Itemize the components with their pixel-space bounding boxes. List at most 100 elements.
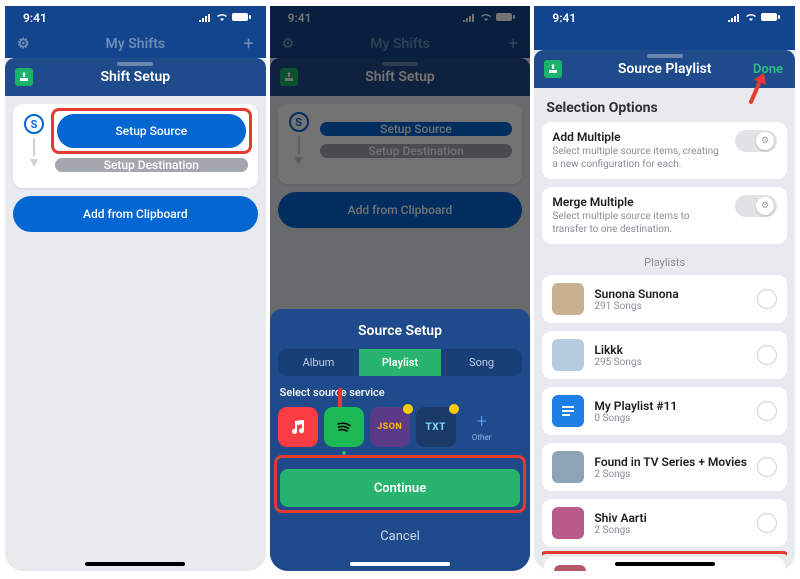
service-txt[interactable]: TXT xyxy=(416,407,456,447)
home-indicator[interactable] xyxy=(85,562,185,566)
other-label: Other xyxy=(472,433,491,442)
playlist-name: Found in TV Series + Movies xyxy=(594,455,747,469)
option-add-multiple[interactable]: Add Multiple Select multiple source item… xyxy=(542,122,787,179)
playlist-count: 295 Songs xyxy=(594,357,747,368)
wifi-icon xyxy=(744,11,758,25)
playlist-radio[interactable] xyxy=(757,513,777,533)
cancel-label: Cancel xyxy=(380,529,420,544)
status-indicators xyxy=(727,11,781,25)
signal-icon xyxy=(198,11,212,25)
service-spotify[interactable] xyxy=(324,407,364,447)
toggle-add-multiple[interactable] xyxy=(735,130,777,152)
playlist-name: Likkk xyxy=(594,343,747,357)
playlist-count: 2 Songs xyxy=(594,525,747,536)
background-title: My Shifts xyxy=(106,36,166,52)
playlist-count: 2 Songs xyxy=(594,469,747,480)
cancel-button[interactable]: Cancel xyxy=(278,517,523,555)
screen-shift-setup: 9:41 ⚙ My Shifts + xyxy=(5,6,266,571)
playlist-art xyxy=(552,395,584,427)
seg-song[interactable]: Song xyxy=(441,349,523,376)
playlist-name: My Playlist #11 xyxy=(594,399,747,413)
home-indicator[interactable] xyxy=(615,562,715,566)
battery-icon xyxy=(232,11,252,25)
clipboard-label: Add from Clipboard xyxy=(83,207,188,221)
select-service-label: Select source service xyxy=(280,386,523,399)
playlist-item[interactable]: Sunona Sunona291 Songs xyxy=(542,275,787,323)
sheet-title: Shift Setup xyxy=(101,69,171,85)
txt-label: TXT xyxy=(425,422,445,433)
playlist-count: 0 Songs xyxy=(594,413,747,424)
wifi-icon xyxy=(215,11,229,25)
playlist-radio[interactable] xyxy=(757,401,777,421)
playlist-item[interactable]: Found in TV Series + Movies2 Songs xyxy=(542,443,787,491)
screen-source-playlist: 9:41 Source Playlist Done Selection Opti… xyxy=(534,6,795,571)
screen-source-setup: 9:41 ⚙ My Shifts + Shift Setup xyxy=(270,6,531,571)
seg-album[interactable]: Album xyxy=(278,349,360,376)
playlist-name: Sunona Sunona xyxy=(594,287,747,301)
background-header xyxy=(534,30,795,50)
sheet-handle[interactable] xyxy=(117,62,153,66)
continue-label: Continue xyxy=(374,481,426,496)
service-json[interactable]: JSON xyxy=(370,407,410,447)
option-title: Add Multiple xyxy=(552,130,725,144)
playlist-name: Shiv Aarti xyxy=(594,511,747,525)
status-time: 9:41 xyxy=(23,11,47,25)
status-time: 9:41 xyxy=(552,11,576,25)
battery-icon xyxy=(761,11,781,25)
playlist-art xyxy=(552,283,584,315)
setup-destination-label: Setup Destination xyxy=(104,158,199,172)
source-node-icon: S xyxy=(24,114,44,134)
playlist-art xyxy=(552,451,584,483)
status-bar: 9:41 xyxy=(5,6,266,30)
source-setup-sheet: Source Setup Album Playlist Song Select … xyxy=(270,309,531,571)
highlight-continue: Continue xyxy=(278,459,523,509)
continue-button[interactable]: Continue xyxy=(280,469,521,507)
playlist-count: 291 Songs xyxy=(594,301,747,312)
playlist-art xyxy=(552,507,584,539)
segmented-control[interactable]: Album Playlist Song xyxy=(278,349,523,376)
arrow-down-icon: ▼ xyxy=(27,156,41,170)
selected-indicator-icon xyxy=(342,451,346,455)
badge-icon xyxy=(449,404,459,414)
option-merge-multiple[interactable]: Merge Multiple Select multiple source it… xyxy=(542,187,787,244)
export-icon[interactable] xyxy=(15,68,33,86)
seg-playlist[interactable]: Playlist xyxy=(359,349,441,376)
playlist-art xyxy=(554,565,586,571)
playlist-item[interactable]: My Playlist #110 Songs xyxy=(542,387,787,435)
playlist-name: Abhijeet xyxy=(596,569,745,572)
option-subtitle: Select multiple source items to transfer… xyxy=(552,211,725,236)
flow-rail: S ▼ xyxy=(23,114,45,170)
sheet-title: Source Setup xyxy=(278,323,523,339)
setup-source-button[interactable]: Setup Source xyxy=(57,114,246,148)
setup-source-label: Setup Source xyxy=(116,124,188,138)
export-icon[interactable] xyxy=(544,60,562,78)
add-from-clipboard-button[interactable]: Add from Clipboard xyxy=(13,196,258,232)
plus-icon: + xyxy=(477,413,487,431)
service-apple-music[interactable] xyxy=(278,407,318,447)
sheet-handle[interactable] xyxy=(647,54,683,58)
playlist-radio[interactable] xyxy=(757,457,777,477)
status-bar: 9:41 xyxy=(534,6,795,30)
playlist-art xyxy=(552,339,584,371)
playlist-item[interactable]: Shiv Aarti2 Songs xyxy=(542,499,787,547)
home-indicator[interactable] xyxy=(350,562,450,566)
badge-icon xyxy=(403,404,413,414)
playlist-item[interactable]: Likkk295 Songs xyxy=(542,331,787,379)
playlist-radio[interactable] xyxy=(757,345,777,365)
plus-icon: + xyxy=(243,34,253,55)
service-other[interactable]: + Other xyxy=(462,407,502,447)
highlight-source: Setup Source xyxy=(55,112,248,150)
json-label: JSON xyxy=(377,422,402,432)
service-row: JSON TXT + Other xyxy=(278,407,523,447)
signal-icon xyxy=(727,11,741,25)
setup-card: S ▼ Setup Source Setup Destination xyxy=(13,104,258,188)
playlists-header: Playlists xyxy=(542,256,787,269)
playlist-list[interactable]: Sunona Sunona291 Songs Likkk295 Songs My P… xyxy=(542,275,787,571)
status-indicators xyxy=(198,11,252,25)
background-header: ⚙ My Shifts + xyxy=(5,30,266,58)
toggle-merge-multiple[interactable] xyxy=(735,195,777,217)
option-subtitle: Select multiple source items, creating a… xyxy=(552,146,725,171)
playlist-radio[interactable] xyxy=(757,289,777,309)
setup-destination-button[interactable]: Setup Destination xyxy=(55,158,248,172)
gear-icon: ⚙ xyxy=(17,36,30,52)
